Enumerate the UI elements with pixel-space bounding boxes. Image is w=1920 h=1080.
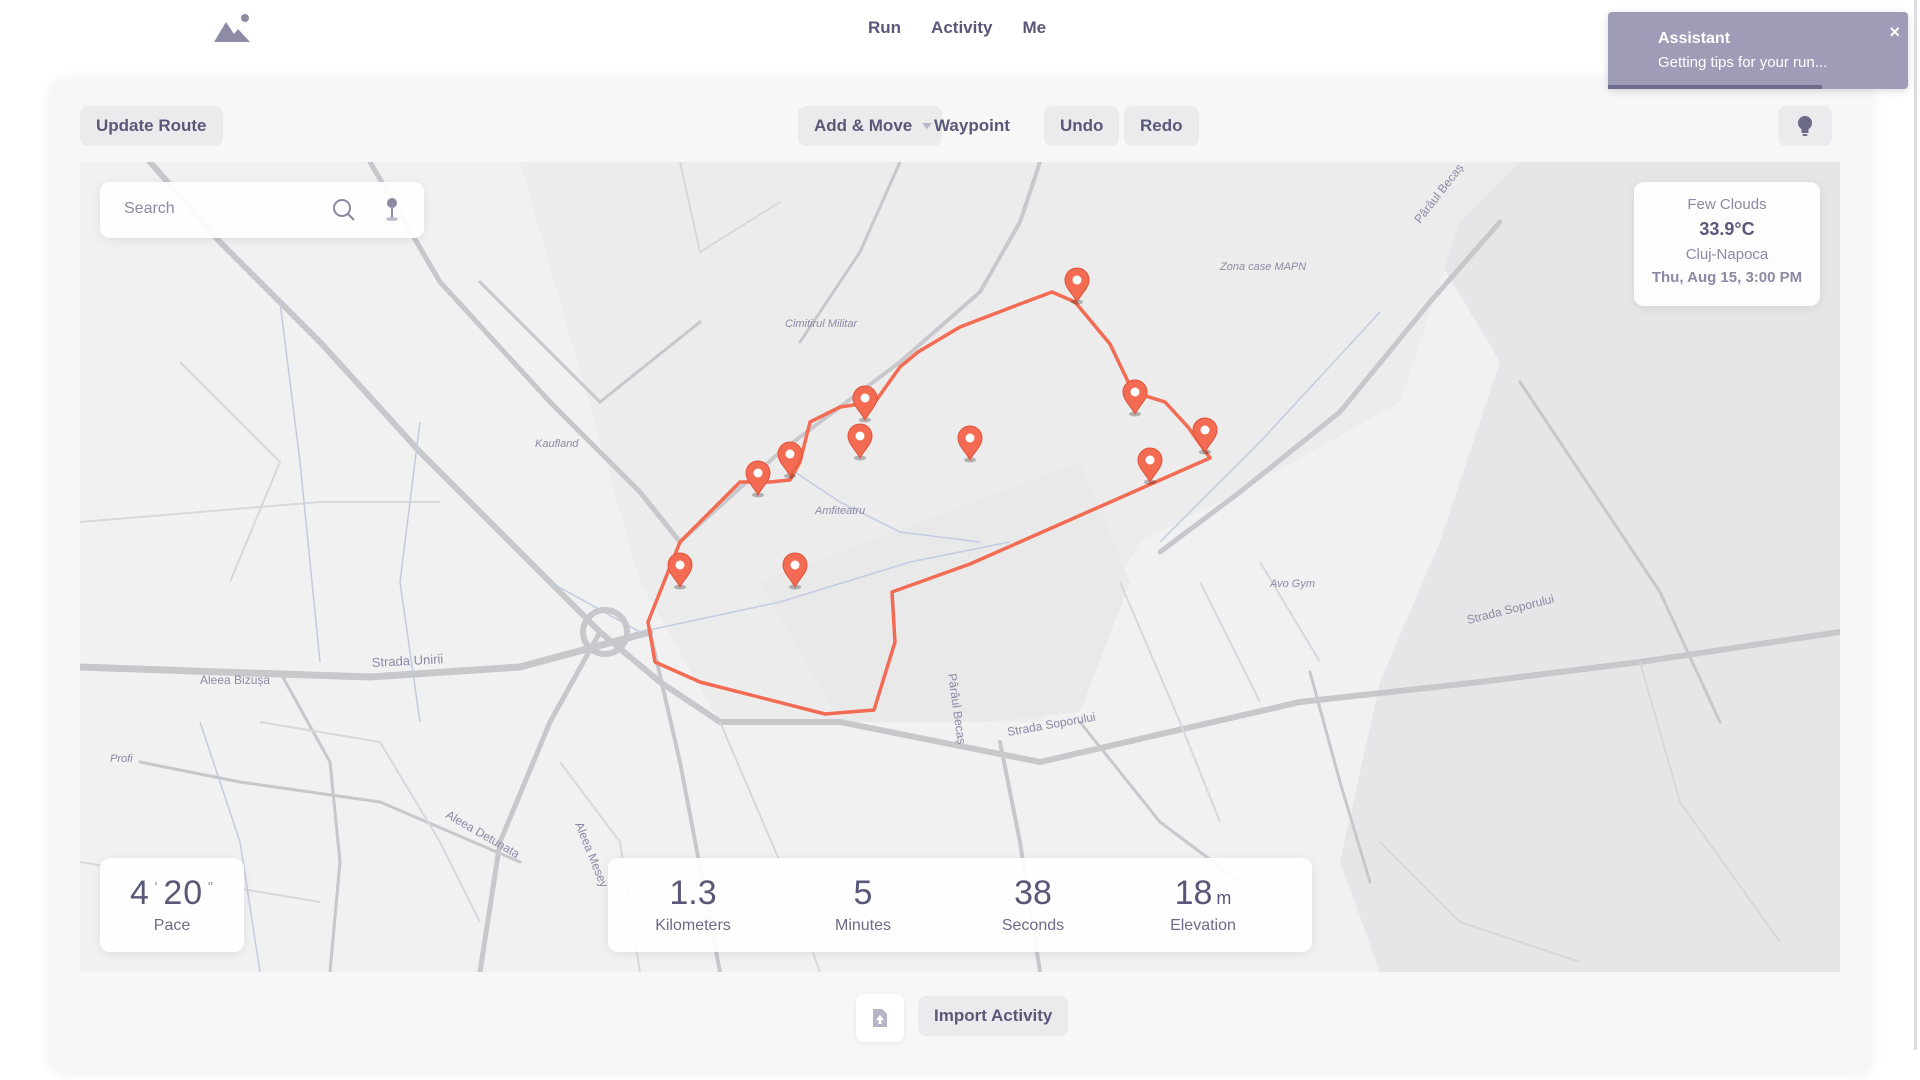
lightbulb-icon xyxy=(1798,116,1812,136)
update-route-button[interactable]: Update Route xyxy=(80,106,223,146)
search-input[interactable]: Search xyxy=(124,200,175,218)
weather-condition: Few Clouds xyxy=(1687,196,1767,213)
elevation-value: 18 xyxy=(1174,874,1213,912)
pin-icon[interactable] xyxy=(384,196,400,222)
file-upload-icon xyxy=(873,1009,887,1027)
map-label-kaufland: Kaufland xyxy=(535,438,579,450)
map-label-zona: Zona case MAPN xyxy=(1219,261,1306,273)
map-label-mesey: Aleea Mesey xyxy=(572,820,611,890)
minutes-value: 5 xyxy=(853,874,873,912)
redo-button[interactable]: Redo xyxy=(1124,106,1199,146)
map-label-profi: Profi xyxy=(110,753,133,765)
seconds-value: 38 xyxy=(1014,874,1052,912)
map-label-unirii: Strada Unirii xyxy=(371,651,443,670)
weather-temperature: 33.9°C xyxy=(1699,219,1755,239)
search-panel: Search xyxy=(100,182,424,238)
map-label-bizusa: Aleea Bizușa xyxy=(200,673,270,687)
weather-panel: Few Clouds 33.9°C Cluj-Napoca Thu, Aug 1… xyxy=(1634,182,1820,306)
file-upload-button[interactable] xyxy=(856,994,904,1042)
main-nav: Run Activity Me xyxy=(868,18,1046,38)
weather-datetime: Thu, Aug 15, 3:00 PM xyxy=(1651,269,1803,286)
route-map[interactable]: Cimitirul Militar Kaufland Amfiteatru Zo… xyxy=(80,162,1840,972)
dropdown-caret-icon xyxy=(922,123,933,129)
distance-value: 1.3 xyxy=(669,874,717,912)
pace-seconds[interactable]: 20 xyxy=(163,874,203,912)
seconds-label: Seconds xyxy=(1001,917,1065,934)
map-canvas[interactable]: Cimitirul Militar Kaufland Amfiteatru Zo… xyxy=(80,162,1840,972)
stat-elevation: 18 m Elevation xyxy=(1118,858,1288,935)
mode-suffix-label: Waypoint xyxy=(934,116,1010,135)
nav-me[interactable]: Me xyxy=(1022,18,1046,38)
stat-seconds: 38 Seconds xyxy=(948,858,1118,935)
search-icon[interactable] xyxy=(332,198,356,222)
elevation-label: Elevation xyxy=(1170,917,1236,934)
pace-minutes[interactable]: 4 xyxy=(130,874,150,912)
toast-progress-bar xyxy=(1608,85,1822,89)
tips-button[interactable] xyxy=(1778,106,1832,146)
mountain-logo-icon[interactable] xyxy=(212,12,252,44)
page-scrollbar[interactable] xyxy=(1914,0,1917,1050)
weather-city: Cluj-Napoca xyxy=(1685,246,1769,263)
mode-label: Add & Move xyxy=(814,116,913,135)
nav-run[interactable]: Run xyxy=(868,18,901,38)
minutes-label: Minutes xyxy=(834,917,892,934)
pace-label: Pace xyxy=(153,917,191,934)
pace-value[interactable]: 4 ' 20 " xyxy=(100,874,244,913)
elevation-unit: m xyxy=(1216,888,1232,908)
stat-minutes: 5 Minutes xyxy=(778,858,948,935)
map-label-cimitirul: Cimitirul Militar xyxy=(785,318,858,330)
distance-label: Kilometers xyxy=(655,917,731,934)
assistant-toast[interactable]: Assistant Getting tips for your run... × xyxy=(1608,12,1908,89)
stat-distance: 1.3 Kilometers xyxy=(608,858,778,935)
pace-panel: 4 ' 20 " Pace xyxy=(100,858,244,952)
import-activity-button[interactable]: Import Activity xyxy=(918,996,1069,1036)
nav-activity[interactable]: Activity xyxy=(931,18,992,38)
map-label-amfiteatru: Amfiteatru xyxy=(814,505,865,517)
assistant-title: Assistant xyxy=(1658,30,1731,47)
map-label-avo: Avo Gym xyxy=(1269,578,1315,590)
mode-dropdown[interactable]: Add & Move xyxy=(798,106,943,146)
undo-button[interactable]: Undo xyxy=(1044,106,1120,146)
stats-panel: 1.3 Kilometers 5 Minutes 38 Seconds 18 m … xyxy=(608,858,1312,952)
assistant-message: Getting tips for your run... xyxy=(1658,54,1828,71)
toast-close-icon[interactable]: × xyxy=(1889,22,1900,43)
minutes-mark: ' xyxy=(149,878,164,895)
seconds-mark: " xyxy=(203,878,215,895)
